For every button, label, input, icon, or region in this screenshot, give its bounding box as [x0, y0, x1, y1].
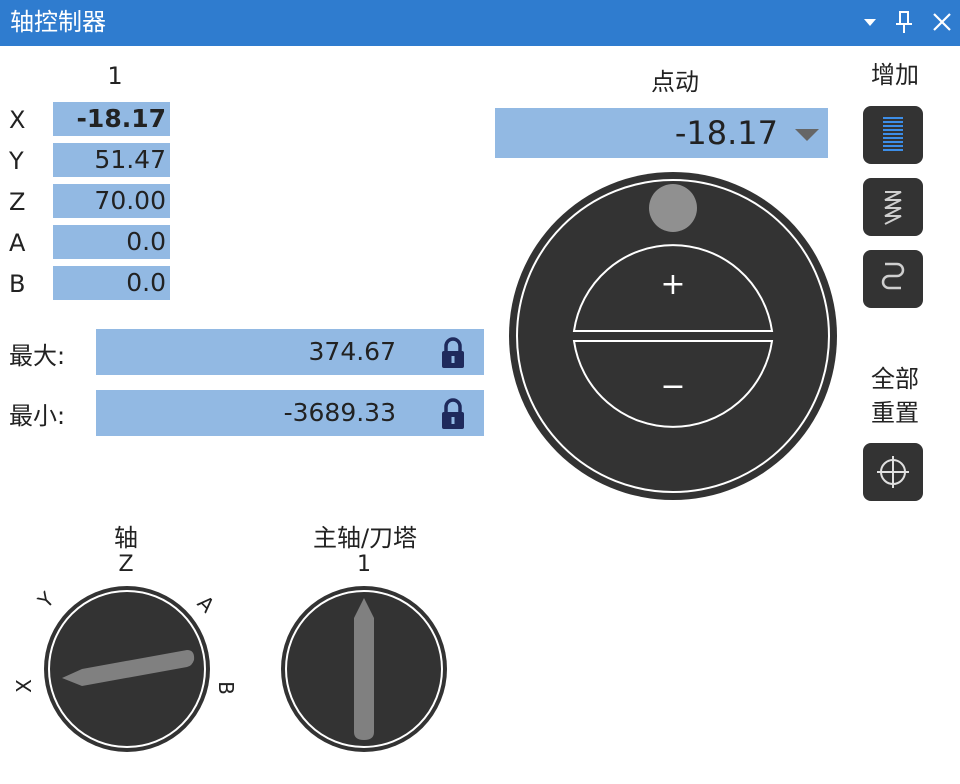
min-label: 最小:	[9, 402, 66, 430]
increment-fine-button[interactable]	[863, 106, 923, 164]
increment-title: 增加	[871, 61, 919, 89]
reset-all-button[interactable]	[863, 443, 923, 501]
axis-value-x[interactable]: -18.17	[53, 102, 170, 136]
coordinate-column-header: 1	[107, 62, 123, 90]
window-title: 轴控制器	[10, 8, 106, 36]
increment-medium-button[interactable]	[863, 178, 923, 236]
jog-minus-label: −	[660, 369, 685, 404]
axis-value-y[interactable]: 51.47	[53, 143, 170, 177]
increment-coarse-button[interactable]	[863, 250, 923, 308]
fine-wave-icon	[883, 117, 903, 151]
axis-value-z[interactable]: 70.00	[53, 184, 170, 218]
lock-icon[interactable]	[439, 397, 467, 431]
spindle-knob-current: 1	[357, 552, 371, 577]
max-field[interactable]: 374.67	[96, 329, 484, 375]
axis-selector-knob[interactable]	[42, 586, 212, 752]
crosshair-icon	[877, 456, 909, 488]
jog-title: 点动	[651, 68, 699, 96]
lock-icon[interactable]	[439, 336, 467, 370]
jog-wheel-grip[interactable]	[649, 184, 697, 232]
jog-plus-label: +	[660, 267, 685, 302]
axis-tick-b: B	[214, 681, 238, 695]
jog-step-value: -18.17	[674, 114, 778, 152]
dropdown-icon[interactable]	[856, 8, 884, 36]
axis-label-y: Y	[9, 147, 24, 175]
title-bar: 轴控制器	[0, 0, 960, 46]
min-field[interactable]: -3689.33	[96, 390, 484, 436]
jog-wheel[interactable]: + −	[507, 170, 839, 502]
axis-tick-x: X	[12, 679, 36, 693]
axis-knob-current: Z	[118, 552, 134, 577]
reset-title-line1: 全部	[871, 365, 919, 393]
close-icon[interactable]	[928, 8, 956, 36]
axis-label-b: B	[9, 270, 26, 298]
spindle-turret-knob[interactable]	[281, 586, 447, 752]
medium-wave-icon	[884, 191, 902, 225]
axis-value-b[interactable]: 0.0	[53, 266, 170, 300]
max-label: 最大:	[9, 342, 66, 370]
axis-label-a: A	[9, 229, 26, 257]
pin-icon[interactable]	[890, 8, 918, 36]
spindle-knob-title: 主轴/刀塔	[312, 524, 418, 552]
reset-title-line2: 重置	[871, 399, 919, 427]
axis-knob-title: 轴	[114, 524, 138, 552]
axis-label-x: X	[9, 106, 26, 134]
axis-label-z: Z	[9, 188, 26, 216]
coarse-wave-icon	[881, 262, 905, 290]
chevron-down-icon[interactable]	[795, 129, 819, 141]
spindle-knob-pointer	[354, 598, 374, 740]
jog-step-select[interactable]: -18.17	[495, 108, 828, 158]
axis-value-a[interactable]: 0.0	[53, 225, 170, 259]
